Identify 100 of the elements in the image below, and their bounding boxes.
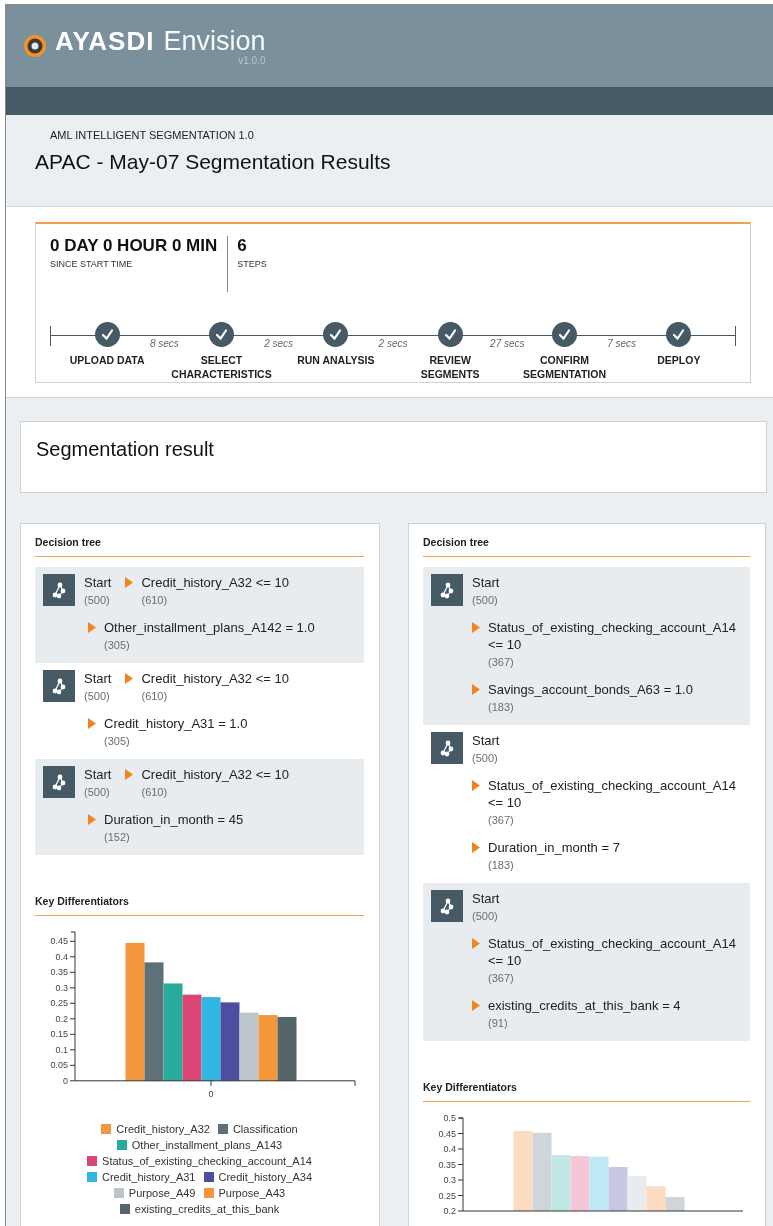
axis-label: 0.25	[50, 998, 68, 1009]
condition-label: Credit_history_A32 <= 10	[141, 766, 289, 783]
caret-icon	[125, 673, 134, 684]
step-duration: 7 secs	[607, 338, 637, 349]
caret-icon	[472, 1000, 480, 1011]
node-count: (91)	[488, 1017, 509, 1030]
step-label: RUN ANALYSIS	[297, 353, 375, 367]
page-title: APAC - May-07 Segmentation Results	[35, 150, 392, 174]
node-count: (367)	[488, 972, 515, 985]
bar	[239, 1012, 259, 1081]
axis-label: 0.45	[50, 936, 68, 947]
caret-icon	[472, 938, 480, 949]
caret-icon	[88, 814, 96, 825]
axis-label: 0.1	[55, 1044, 68, 1055]
condition-label: Duration_in_month = 7	[488, 839, 620, 856]
axis-label: 0.4	[443, 1144, 456, 1154]
condition-label: Duration_in_month = 45	[104, 811, 244, 828]
condition-label: Other_installment_plans_A142 = 1.0	[104, 619, 315, 636]
step-duration: 2 secs	[378, 338, 408, 349]
node-count: (500)	[84, 594, 111, 607]
axis-label: 0.4	[55, 951, 68, 962]
caret-icon	[472, 842, 480, 853]
condition-label: Credit_history_A32 <= 10	[141, 670, 289, 687]
condition-label: Status_of_existing_checking_account_A14 <= 10	[488, 619, 737, 653]
node-count: (152)	[104, 831, 131, 844]
axis-label: 0	[208, 1088, 214, 1099]
node-count: (500)	[84, 690, 111, 703]
step-label: SELECT CHARACTERISTICS	[170, 353, 273, 381]
node-count: (367)	[488, 814, 515, 827]
logo-icon	[23, 34, 47, 58]
legend-label: Credit_history_A31	[101, 1170, 196, 1183]
condition-label: Credit_history_A32 <= 10	[141, 574, 289, 591]
node-count: (610)	[141, 690, 169, 703]
node-count: (500)	[472, 752, 499, 765]
condition-label: Status_of_existing_checking_account_A14 <= 10	[488, 935, 737, 969]
node-count: (305)	[104, 639, 131, 652]
legend-label: Other_installment_plans_A143	[131, 1138, 283, 1151]
caret-icon	[472, 780, 480, 791]
product-name: Envision	[163, 26, 266, 56]
section-heading: Decision tree	[423, 536, 490, 548]
node-count: (610)	[141, 786, 169, 799]
bar	[277, 1016, 297, 1081]
caret-icon	[88, 718, 96, 729]
step-label: REVIEW SEGMENTS	[419, 353, 481, 381]
step-label: DEPLOY	[657, 353, 701, 367]
node-count: (183)	[488, 859, 515, 872]
elapsed-time: 0 DAY 0 HOUR 0 MIN	[50, 236, 218, 256]
caret-icon	[125, 769, 134, 780]
tree-path-item[interactable]: Start (500) Credit_history_A32 <= 10 (610) Credit_history_A31 = 1.0 (305)	[35, 663, 364, 759]
step-duration: 8 secs	[149, 338, 179, 349]
caret-icon	[472, 684, 480, 695]
node-count: (183)	[488, 701, 515, 714]
start-label: Start	[84, 766, 112, 783]
start-label: Start	[84, 670, 112, 687]
tree-path-item[interactable]: Start (500) Credit_history_A32 <= 10 (610) Duration_in_month = 45 (152)	[35, 759, 364, 855]
stat-caption: SINCE START TIME	[50, 259, 134, 269]
steps-count: 6	[237, 236, 248, 256]
axis-label: 0.3	[55, 982, 68, 993]
axis-label: 0.5	[443, 1113, 456, 1123]
axis-label: 0.25	[438, 1190, 456, 1201]
axis-label: 0.35	[50, 967, 68, 978]
start-label: Start	[472, 732, 501, 749]
node-count: (500)	[472, 910, 499, 923]
condition-label: Savings_account_bonds_A63 = 1.0	[488, 681, 693, 698]
legend-label: Purpose_A43	[218, 1186, 286, 1199]
step-duration: 2 secs	[264, 338, 294, 349]
tree-path-item[interactable]: Start (500) Status_of_existing_checking_account_A14 <= 10 (367) existing_credits_at_this_bank = 4 (91)	[423, 883, 750, 1041]
node-count: (500)	[84, 786, 111, 799]
step-duration: 27 secs	[490, 338, 525, 349]
condition-label: Status_of_existing_checking_account_A14 <= 10	[488, 777, 737, 811]
tree-path-item[interactable]: Start (500) Credit_history_A32 <= 10 (610) Other_installment_plans_A142 = 1.0 (305)	[35, 567, 364, 663]
node-count: (305)	[104, 735, 131, 748]
legend-label: Credit_history_A34	[218, 1170, 313, 1183]
axis-label: 0	[63, 1075, 68, 1086]
legend-label: Status_of_existing_checking_account_A14	[102, 1154, 312, 1167]
node-count: (367)	[488, 656, 515, 669]
caret-icon	[125, 577, 134, 588]
tree-path-item[interactable]: Start (500) Status_of_existing_checking_account_A14 <= 10 (367) Duration_in_month = 7 (183)	[423, 725, 750, 883]
bar	[258, 1015, 278, 1081]
legend-label: Purpose_A49	[128, 1186, 196, 1199]
axis-label: 0.45	[438, 1128, 456, 1139]
node-count: (500)	[472, 594, 499, 607]
version-label: v1.0.0	[238, 55, 266, 66]
axis-label: 0.2	[443, 1206, 456, 1216]
tree-path-item[interactable]: Start (500) Status_of_existing_checking_account_A14 <= 10 (367) Savings_account_bonds_A63 = 1.0 (183)	[423, 567, 750, 725]
condition-label: existing_credits_at_this_bank = 4	[488, 997, 681, 1014]
caret-icon	[88, 622, 96, 633]
start-label: Start	[84, 574, 112, 591]
section-heading: Decision tree	[35, 536, 102, 548]
start-label: Start	[472, 890, 501, 907]
stat-caption: STEPS	[237, 259, 267, 269]
node-count: (610)	[141, 594, 169, 607]
step-label: UPLOAD DATA	[69, 353, 145, 367]
brand-name: AYASDI	[55, 26, 155, 57]
section-heading: Key Differentiators	[423, 1081, 518, 1093]
card-title: Segmentation result	[36, 438, 214, 460]
section-heading: Key Differentiators	[35, 895, 130, 907]
condition-label: Credit_history_A31 = 1.0	[104, 715, 248, 732]
legend-label: Classification	[232, 1122, 298, 1135]
axis-label: 0.2	[55, 1013, 68, 1024]
